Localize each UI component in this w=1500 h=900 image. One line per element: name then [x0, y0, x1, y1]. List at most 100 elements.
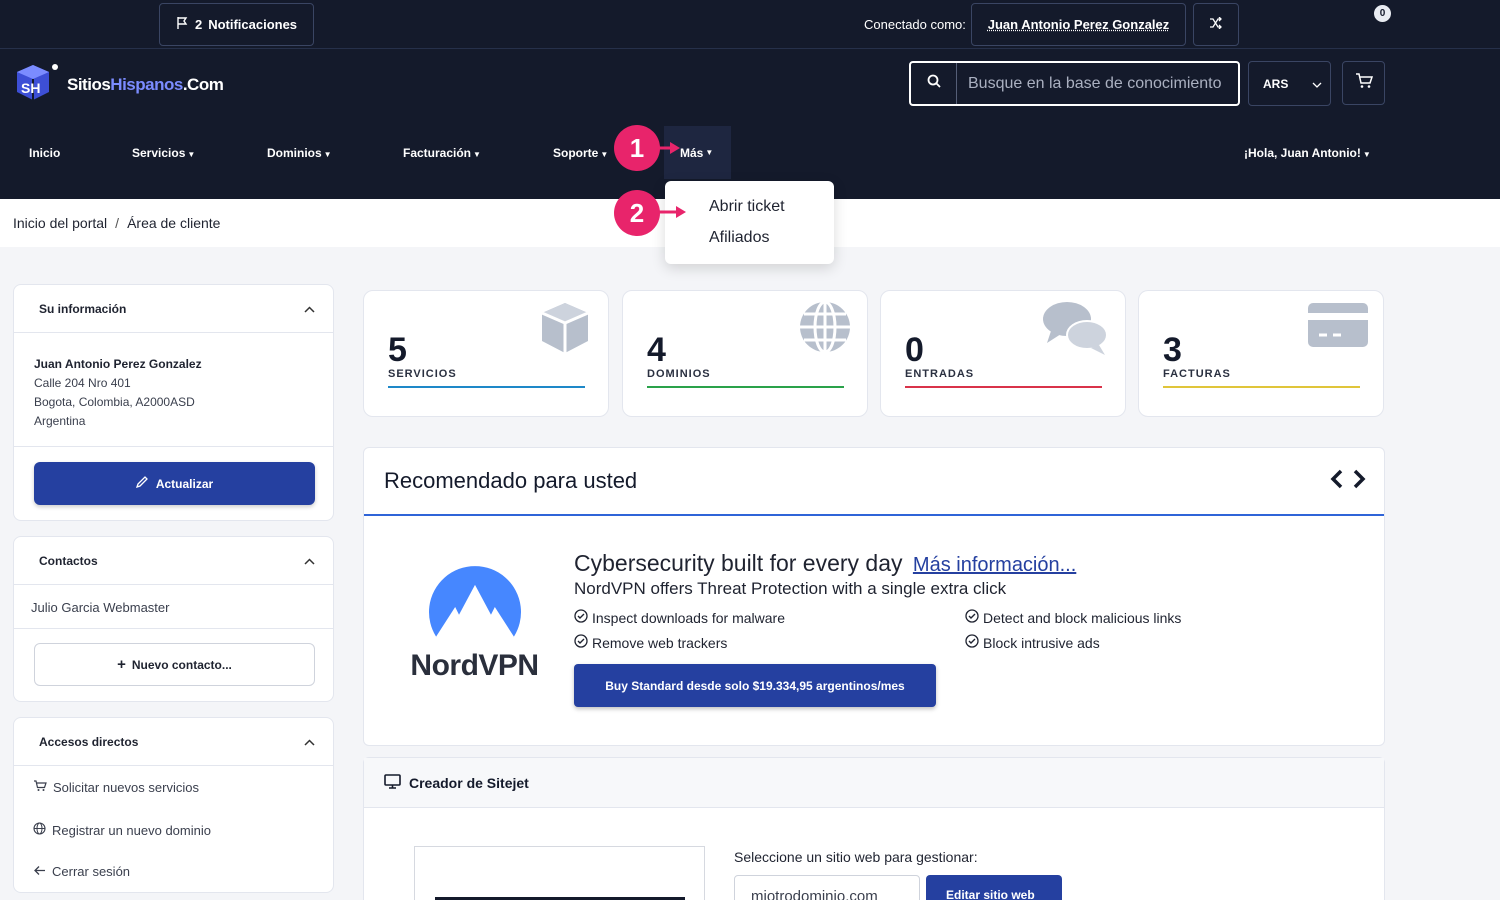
comments-icon — [1041, 299, 1111, 362]
edit-site-button[interactable]: Editar sitio web — [926, 875, 1062, 900]
notifications-button[interactable]: 2 Notificaciones — [159, 3, 314, 46]
globe-icon — [33, 822, 46, 838]
caret-down-icon: ▼ — [187, 150, 196, 159]
logo-text: SitiosHispanos.Com — [67, 74, 224, 94]
pencil-icon — [135, 476, 148, 491]
nordvpn-mountain-icon — [428, 566, 521, 639]
chevron-right-icon[interactable] — [1352, 469, 1366, 494]
nav-soporte[interactable]: Soporte ▼ — [553, 146, 608, 160]
breadcrumb-home[interactable]: Inicio del portal — [13, 215, 107, 231]
nav-servicios[interactable]: Servicios ▼ — [132, 146, 195, 160]
recommended-header: Recomendado para usted — [364, 448, 1384, 516]
menu-item-afiliados[interactable]: Afiliados — [709, 229, 769, 247]
callout-arrow-icon — [656, 206, 686, 218]
chevron-up-icon[interactable] — [304, 735, 315, 749]
stat-value: 3 — [1163, 331, 1182, 369]
callout-marker-2: 2 — [614, 190, 660, 236]
currency-value: ARS — [1263, 76, 1289, 91]
caret-down-icon: ▼ — [473, 150, 481, 159]
shortcut-order-services[interactable]: Solicitar nuevos servicios — [33, 780, 199, 795]
panel-title: Accesos directos — [39, 734, 139, 749]
new-contact-button[interactable]: + Nuevo contacto... — [34, 643, 315, 686]
panel-su-informacion: Su información Juan Antonio Perez Gonzal… — [13, 284, 334, 521]
update-info-button[interactable]: Actualizar — [34, 462, 315, 505]
stat-card-tickets[interactable]: 0 ENTRADAS — [880, 290, 1126, 417]
stat-card-services[interactable]: 5 SERVICIOS — [363, 290, 609, 417]
recommended-title: Recomendado para usted — [384, 468, 638, 493]
knowledgebase-search — [909, 61, 1240, 106]
stat-value: 0 — [905, 331, 924, 369]
contact-item[interactable]: Julio Garcia Webmaster — [31, 600, 169, 615]
shortcut-logout[interactable]: Cerrar sesión — [33, 864, 130, 879]
sitejet-title: Creador de Sitejet — [409, 774, 529, 791]
chevron-left-icon[interactable] — [1330, 469, 1344, 494]
feature-item: Inspect downloads for malware — [574, 609, 785, 626]
stat-label: FACTURAS — [1163, 368, 1231, 380]
svg-text:SH: SH — [21, 80, 40, 96]
panel-title: Su información — [39, 301, 127, 316]
select-site-label: Seleccione un sitio web para gestionar: — [734, 849, 978, 865]
nav-inicio[interactable]: Inicio — [29, 146, 60, 160]
nordvpn-wordmark: NordVPN — [410, 649, 539, 682]
menu-item-abrir-ticket[interactable]: Abrir ticket — [709, 198, 785, 216]
panel-header[interactable]: Su información — [14, 285, 333, 333]
stat-value: 4 — [647, 331, 666, 369]
site-select[interactable]: miotrodominio.com — [734, 875, 920, 900]
chevron-up-icon[interactable] — [304, 302, 315, 316]
divider — [14, 446, 333, 447]
nav-user-menu[interactable]: ¡Hola, Juan Antonio! ▼ — [1244, 146, 1371, 160]
buy-standard-button[interactable]: Buy Standard desde solo $19.334,95 argen… — [574, 664, 936, 707]
panel-header[interactable]: Accesos directos — [14, 718, 333, 766]
stat-underline — [647, 386, 844, 388]
breadcrumb-separator: / — [115, 215, 120, 231]
recommended-panel: Recomendado para usted NordVPN Cybersecu… — [363, 447, 1385, 746]
search-button[interactable] — [911, 63, 957, 104]
stat-label: SERVICIOS — [388, 368, 457, 380]
feature-item: Detect and block malicious links — [965, 609, 1181, 626]
currency-select[interactable]: ARS — [1248, 61, 1331, 106]
callout-arrow-icon — [656, 142, 680, 154]
nav-facturacion[interactable]: Facturación ▼ — [403, 146, 481, 160]
stat-value: 5 — [388, 331, 407, 369]
new-contact-label: Nuevo contacto... — [131, 657, 232, 672]
switch-account-button[interactable] — [1193, 3, 1239, 46]
update-label: Actualizar — [155, 476, 214, 491]
panel-title: Contactos — [39, 553, 98, 568]
caret-down-icon: ▼ — [600, 150, 609, 159]
stat-card-invoices[interactable]: 3 FACTURAS — [1138, 290, 1384, 417]
shortcut-register-domain[interactable]: Registrar un nuevo dominio — [33, 822, 211, 838]
caret-down-icon: ▼ — [323, 150, 332, 159]
globe-icon — [797, 299, 853, 360]
user-account-button[interactable]: Juan Antonio Perez Gonzalez — [971, 3, 1186, 46]
more-info-link[interactable]: Más información... — [913, 554, 1076, 576]
site-select-value: miotrodominio.com — [751, 888, 878, 900]
site-logo[interactable]: SH SitiosHispanos.Com — [13, 62, 224, 107]
shuffle-icon — [1209, 16, 1223, 34]
cart-count-badge: 0 — [1372, 3, 1393, 24]
breadcrumb-current: Área de cliente — [127, 215, 221, 231]
panel-accesos-directos: Accesos directos Solicitar nuevos servic… — [13, 717, 334, 893]
carousel-controls — [1330, 469, 1366, 494]
panel-contactos: Contactos Julio Garcia Webmaster + Nuevo… — [13, 536, 334, 702]
nav-dominios[interactable]: Dominios ▼ — [267, 146, 332, 160]
cart-button[interactable] — [1342, 61, 1385, 105]
flag-icon — [176, 16, 189, 33]
notifications-label: Notificaciones — [208, 17, 298, 32]
mas-dropdown-menu: Abrir ticket Afiliados — [665, 181, 834, 264]
cart-icon — [33, 780, 47, 795]
breadcrumb: Inicio del portal / Área de cliente — [13, 215, 220, 231]
stat-underline — [388, 386, 585, 388]
connected-as-label: Conectado como: — [864, 17, 966, 32]
customer-name: Juan Antonio Perez Gonzalez — [34, 357, 202, 371]
stat-underline — [905, 386, 1102, 388]
stat-label: DOMINIOS — [647, 368, 711, 380]
check-circle-icon — [574, 634, 588, 651]
address-country: Argentina — [34, 414, 86, 428]
search-input[interactable] — [957, 63, 1238, 104]
chevron-up-icon[interactable] — [304, 554, 315, 568]
panel-header[interactable]: Contactos — [14, 537, 333, 585]
stat-card-domains[interactable]: 4 DOMINIOS — [622, 290, 868, 417]
logo-cube-icon: SH — [13, 62, 59, 107]
plus-icon: + — [117, 656, 126, 673]
feature-item: Block intrusive ads — [965, 634, 1100, 651]
